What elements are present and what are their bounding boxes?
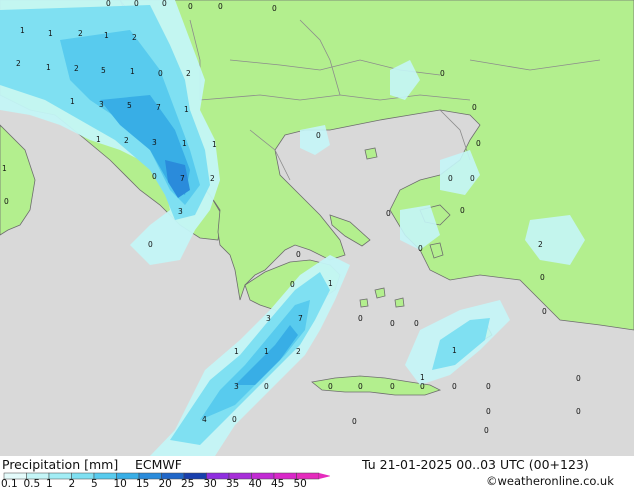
point-value: 0 xyxy=(316,131,321,140)
point-value: 0 xyxy=(264,382,269,391)
point-value: 1 xyxy=(70,97,75,106)
legend-tick-label: 1 xyxy=(46,478,53,490)
point-value: 0 xyxy=(162,0,167,8)
point-value: 7 xyxy=(180,174,185,183)
land-cyclades-1 xyxy=(374,287,386,299)
legend-tick-label: 10 xyxy=(113,478,127,490)
point-value: 0 xyxy=(420,382,425,391)
point-value: 7 xyxy=(156,103,161,112)
point-value: 0 xyxy=(542,307,547,316)
point-value: 0 xyxy=(472,103,477,112)
point-value: 4 xyxy=(202,415,207,424)
point-value: 1 xyxy=(182,139,187,148)
point-value: 2 xyxy=(210,174,215,183)
point-value: 0 xyxy=(218,2,223,11)
point-value: 0 xyxy=(358,382,363,391)
point-value: 1 xyxy=(234,347,239,356)
point-value: 0 xyxy=(352,417,357,426)
land-cyclades-3 xyxy=(359,298,369,308)
credit-label: ©weatheronline.co.uk xyxy=(486,474,614,488)
point-value: 0 xyxy=(390,319,395,328)
point-value: 0 xyxy=(460,206,465,215)
point-value: 2 xyxy=(538,240,543,249)
point-value: 0 xyxy=(358,314,363,323)
legend-tick-label: 45 xyxy=(271,478,285,490)
point-value: 3 xyxy=(152,138,157,147)
point-value: 2 xyxy=(186,69,191,78)
legend-tick-label: 0.1 xyxy=(1,478,18,490)
point-value: 0 xyxy=(576,374,581,383)
point-value: 0 xyxy=(296,250,301,259)
point-value: 1 xyxy=(212,140,217,149)
legend-tick-label: 15 xyxy=(136,478,150,490)
point-value: 0 xyxy=(390,382,395,391)
point-value: 2 xyxy=(78,29,83,38)
point-value: 1 xyxy=(48,29,53,38)
precipitation-map: 0000001121221251021357112311107203000000… xyxy=(0,0,634,456)
land-cyclades-2 xyxy=(394,297,405,308)
point-value: 0 xyxy=(440,69,445,78)
point-value: 0 xyxy=(576,407,581,416)
legend-tick-label: 50 xyxy=(293,478,307,490)
point-value: 0 xyxy=(484,426,489,435)
legend-tick-label: 25 xyxy=(181,478,195,490)
point-value: 0 xyxy=(328,382,333,391)
point-value: 1 xyxy=(328,279,333,288)
point-value: 2 xyxy=(124,136,129,145)
point-value: 0 xyxy=(476,139,481,148)
point-value: 0 xyxy=(486,407,491,416)
point-value: 1 xyxy=(20,26,25,35)
valid-time-label: Tu 21-01-2025 00..03 UTC (00+123) xyxy=(362,457,589,472)
point-value: 1 xyxy=(130,67,135,76)
point-value: 2 xyxy=(74,64,79,73)
point-value: 0 xyxy=(386,209,391,218)
point-value: 0 xyxy=(4,197,9,206)
point-value: 5 xyxy=(101,66,106,75)
point-value: 0 xyxy=(452,382,457,391)
land-thasos xyxy=(364,147,378,160)
point-value: 0 xyxy=(188,2,193,11)
point-value: 0 xyxy=(470,174,475,183)
point-value: 1 xyxy=(104,31,109,40)
colorbar-labels: 0.1 0.5 1 2 5 10 15 20 25 30 35 40 45 50 xyxy=(0,478,340,490)
point-value: 1 xyxy=(2,164,7,173)
point-value: 1 xyxy=(96,135,101,144)
point-value: 0 xyxy=(540,273,545,282)
point-value: 0 xyxy=(106,0,111,8)
point-value: 0 xyxy=(148,240,153,249)
point-value: 7 xyxy=(298,314,303,323)
point-value: 1 xyxy=(184,105,189,114)
point-value: 0 xyxy=(486,382,491,391)
point-value: 0 xyxy=(418,244,423,253)
point-value: 2 xyxy=(132,33,137,42)
point-value: 0 xyxy=(134,0,139,8)
point-value: 0 xyxy=(448,174,453,183)
point-value: 0 xyxy=(158,69,163,78)
point-value: 3 xyxy=(178,207,183,216)
point-value: 3 xyxy=(99,100,104,109)
legend-tick-label: 40 xyxy=(248,478,262,490)
point-value: 2 xyxy=(16,59,21,68)
point-value: 2 xyxy=(296,347,301,356)
point-value: 1 xyxy=(46,63,51,72)
legend-bar: Precipitation [mm] ECMWF Tu 21-01-2025 0… xyxy=(0,456,634,490)
point-value: 0 xyxy=(272,4,277,13)
map-canvas: 0 0 0 0 0 01 1 2 1 22 1 2 5 1 0 21 3 5 7 11 2 3 1 110 7 203000000… xyxy=(0,0,634,456)
point-value: 1 xyxy=(264,347,269,356)
point-value: 3 xyxy=(266,314,271,323)
legend-tick-label: 0.5 xyxy=(23,478,41,490)
legend-tick-label: 30 xyxy=(203,478,217,490)
legend-tick-label: 35 xyxy=(226,478,240,490)
point-value: 0 xyxy=(232,415,237,424)
point-value: 1 xyxy=(420,373,425,382)
point-value: 5 xyxy=(127,101,132,110)
legend-tick-label: 5 xyxy=(91,478,98,490)
point-value: 0 xyxy=(290,280,295,289)
legend-tick-label: 20 xyxy=(158,478,172,490)
point-value: 0 xyxy=(414,319,419,328)
legend-tick-label: 2 xyxy=(68,478,76,490)
point-value: 0 xyxy=(152,172,157,181)
point-value: 1 xyxy=(452,346,457,355)
point-value: 3 xyxy=(234,382,239,391)
